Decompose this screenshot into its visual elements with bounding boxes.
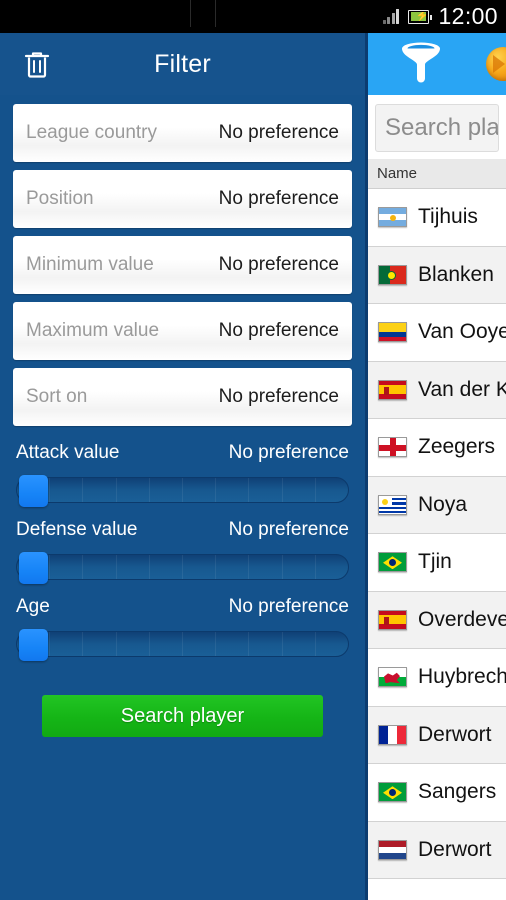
player-list-panel: Search player Name Tijhuis Blank (365, 33, 506, 900)
list-item[interactable]: Sangers (368, 764, 506, 822)
list-item[interactable]: Huybrechts (368, 649, 506, 707)
player-list: Tijhuis Blanken Van Ooyen (368, 189, 506, 879)
list-item[interactable]: Overdevest (368, 591, 506, 649)
filter-row-value: No preference (218, 386, 339, 407)
player-name: Noya (418, 492, 468, 516)
slider-track[interactable] (16, 552, 349, 584)
list-item[interactable]: Van Ooyen (368, 304, 506, 362)
slider-track[interactable] (16, 629, 349, 661)
flag-wales-icon (378, 667, 407, 688)
filter-row-value: No preference (218, 188, 339, 209)
status-bar: ⚡ 12:00 (0, 0, 506, 33)
slider-ticks (17, 478, 348, 502)
list-item[interactable]: Tjin (368, 534, 506, 592)
filter-row-sort-on[interactable]: Sort on No preference (13, 368, 352, 426)
player-name: Van der Kro (418, 377, 506, 401)
slider-defense-value: Defense value No preference (0, 519, 365, 584)
column-header-name: Name (368, 159, 506, 189)
signal-bars-icon (382, 9, 400, 24)
filter-row-maximum-value[interactable]: Maximum value No preference (13, 302, 352, 360)
search-input[interactable]: Search player (375, 104, 499, 152)
list-item[interactable]: Tijhuis (368, 189, 506, 247)
flag-spain-icon (378, 609, 407, 630)
filter-row-value: No preference (218, 254, 339, 275)
list-item[interactable]: Derwort (368, 821, 506, 879)
player-name: Sangers (418, 780, 497, 804)
filter-row-minimum-value[interactable]: Minimum value No preference (13, 236, 352, 294)
list-item[interactable]: Zeegers (368, 419, 506, 477)
filter-row-value: No preference (218, 122, 339, 143)
flag-france-icon (378, 724, 407, 745)
status-bar-clock: 12:00 (438, 3, 498, 29)
trash-icon[interactable] (20, 47, 54, 81)
slider-value: No preference (228, 442, 349, 463)
player-name: Blanken (418, 262, 494, 286)
list-item[interactable]: Blanken (368, 246, 506, 304)
player-name: Zeegers (418, 435, 496, 459)
slider-header: Attack value No preference (16, 442, 349, 464)
funnel-filter-icon[interactable] (398, 41, 444, 88)
flag-argentina-icon (378, 207, 407, 228)
flag-brazil-icon (378, 552, 407, 573)
flag-spain-icon (378, 379, 407, 400)
search-button-container: Search player (0, 657, 365, 737)
player-name: Derwort (418, 722, 492, 746)
filter-row-position[interactable]: Position No preference (13, 170, 352, 228)
slider-label: Attack value (16, 442, 120, 463)
filter-row-label: Sort on (26, 386, 88, 407)
player-name: Huybrechts (418, 665, 506, 689)
flag-england-icon (378, 437, 407, 458)
slider-value: No preference (228, 596, 349, 617)
slider-attack-value: Attack value No preference (0, 442, 365, 507)
player-name: Overdevest (418, 607, 506, 631)
search-player-button[interactable]: Search player (42, 695, 323, 737)
slider-header: Age No preference (16, 596, 349, 618)
orange-account-icon[interactable] (486, 47, 506, 81)
slider-thumb[interactable] (19, 552, 48, 584)
filter-row-label: Position (26, 188, 94, 209)
filter-row-label: Minimum value (26, 254, 154, 275)
battery-charging-icon: ⚡ (408, 9, 433, 24)
slider-track[interactable] (16, 475, 349, 507)
filter-row-league-country[interactable]: League country No preference (13, 104, 352, 162)
slider-ticks (17, 555, 348, 579)
slider-value: No preference (228, 519, 349, 540)
flag-brazil-icon (378, 782, 407, 803)
player-search-container: Search player (368, 95, 506, 159)
list-item[interactable]: Derwort (368, 706, 506, 764)
flag-uruguay-icon (378, 494, 407, 515)
slider-thumb[interactable] (19, 629, 48, 661)
flag-colombia-icon (378, 322, 407, 343)
slider-thumb[interactable] (19, 475, 48, 507)
slider-header: Defense value No preference (16, 519, 349, 541)
player-name: Tjin (418, 550, 452, 574)
slider-age: Age No preference (0, 596, 365, 661)
status-bar-divider-2 (215, 0, 216, 27)
filter-panel: Filter League country No preference Posi… (0, 33, 365, 900)
page-title: Filter (154, 49, 211, 78)
filter-header: Filter (0, 33, 365, 95)
player-name: Tijhuis (418, 205, 478, 229)
status-bar-divider (190, 0, 191, 27)
slider-ticks (17, 632, 348, 656)
player-list-header (368, 33, 506, 95)
list-item[interactable]: Noya (368, 476, 506, 534)
flag-netherlands-icon (378, 839, 407, 860)
app-screen: ⚡ 12:00 Filter League country No prefere… (0, 0, 506, 900)
flag-portugal-icon (378, 264, 407, 285)
player-name: Derwort (418, 837, 492, 861)
player-name: Van Ooyen (418, 320, 506, 344)
slider-label: Defense value (16, 519, 138, 540)
filter-rows: League country No preference Position No… (0, 95, 365, 426)
list-item[interactable]: Van der Kro (368, 361, 506, 419)
filter-row-label: Maximum value (26, 320, 160, 341)
slider-label: Age (16, 596, 50, 617)
filter-row-value: No preference (218, 320, 339, 341)
filter-row-label: League country (26, 122, 157, 143)
